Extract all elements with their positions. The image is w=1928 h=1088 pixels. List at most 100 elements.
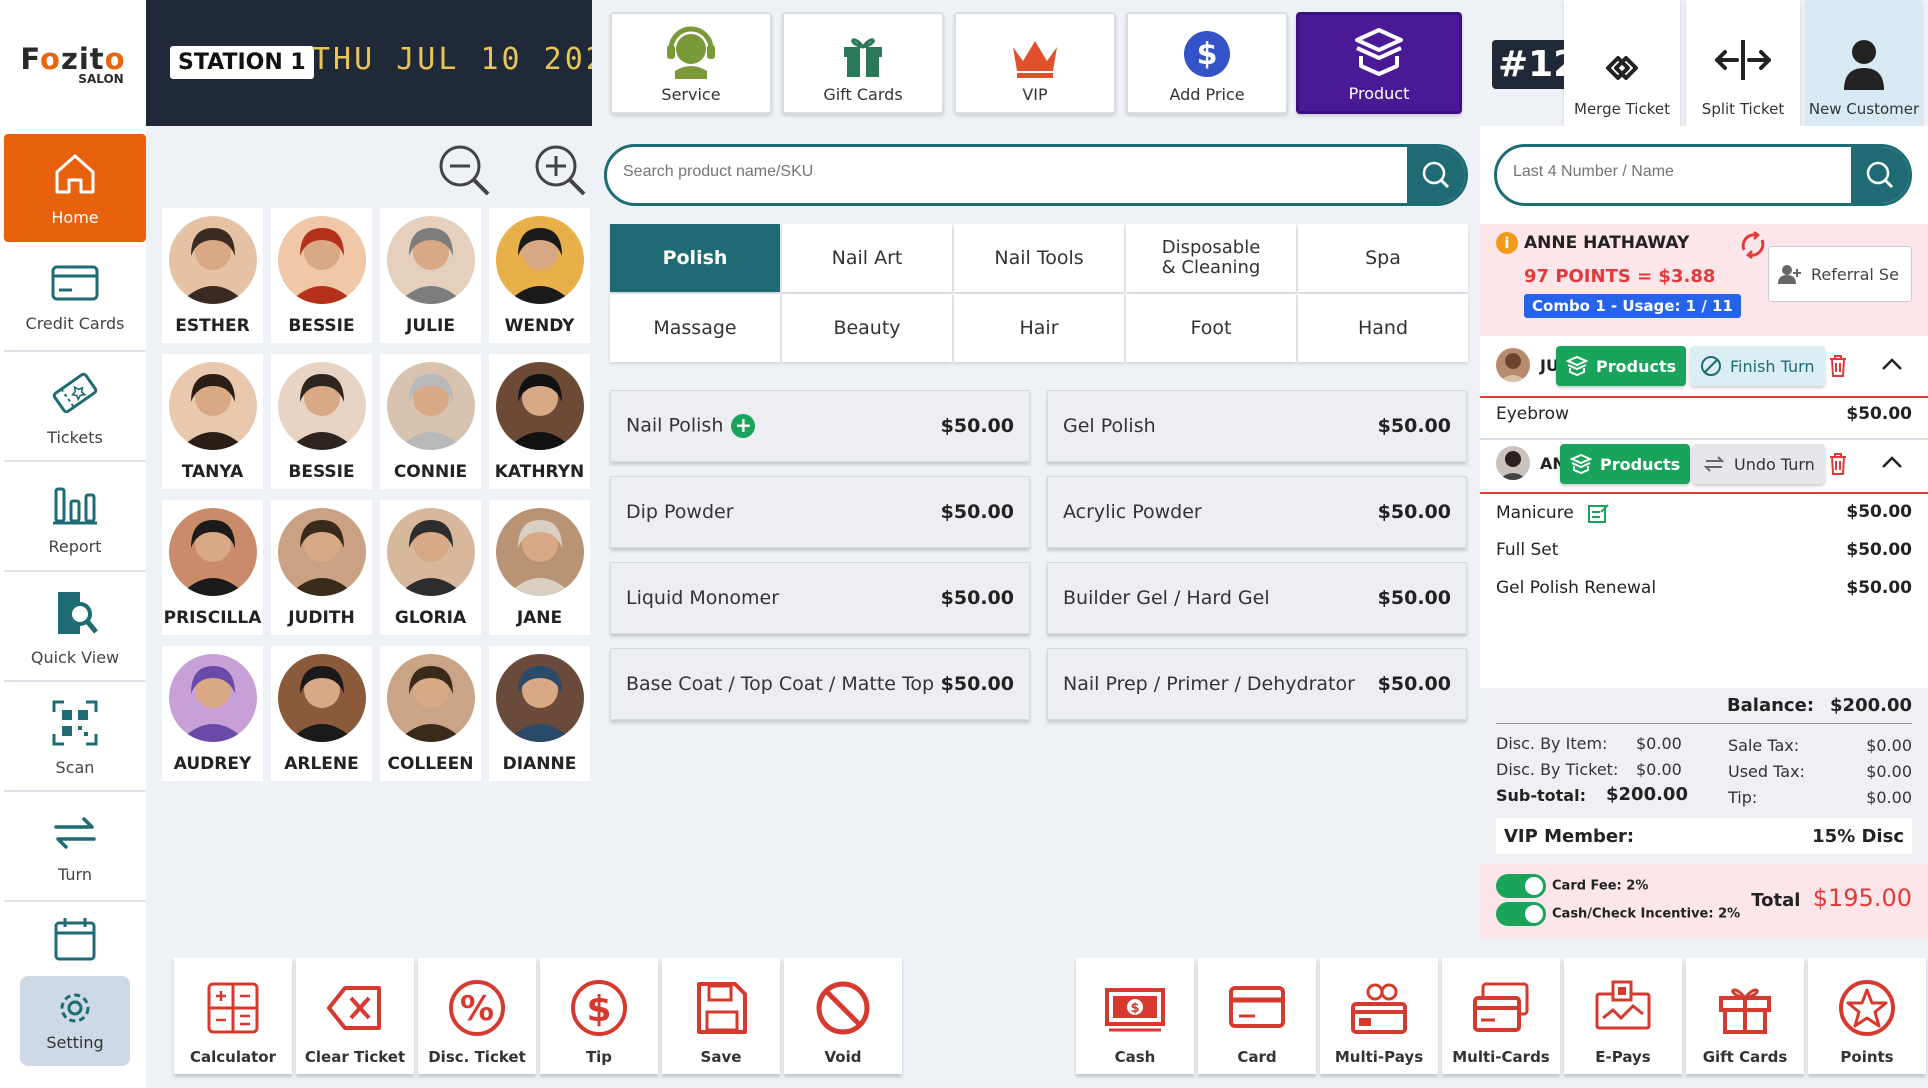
add-icon[interactable]: + <box>731 414 756 438</box>
merge-ticket-button[interactable]: Merge Ticket <box>1564 0 1680 126</box>
card-button[interactable]: Card <box>1198 958 1316 1074</box>
line-item[interactable]: Manicure $50.00 <box>1496 502 1912 524</box>
technician-card[interactable]: BESSIE <box>271 354 372 489</box>
clear-ticket-button[interactable]: Clear Ticket <box>296 958 414 1074</box>
sidebar-item-turn[interactable]: Turn <box>4 794 146 902</box>
sidebar-item-scan[interactable]: Scan <box>4 684 146 792</box>
toggle-switch[interactable] <box>1496 874 1546 898</box>
technician-card[interactable]: AUDREY <box>162 646 263 781</box>
points-button[interactable]: Points <box>1808 958 1926 1074</box>
technician-avatar <box>168 508 257 596</box>
tab-nail-tools[interactable]: Nail Tools <box>954 224 1124 292</box>
e-pays-button[interactable]: E-Pays <box>1564 958 1682 1074</box>
tab-hair[interactable]: Hair <box>954 294 1124 362</box>
sidebar-item-tickets[interactable]: Tickets <box>4 354 146 462</box>
finish-turn-button[interactable]: Finish Turn <box>1690 346 1825 386</box>
technician-card[interactable]: WENDY <box>489 208 590 343</box>
toggle-switch[interactable] <box>1496 902 1546 926</box>
cash-button[interactable]: $ Cash <box>1076 958 1194 1074</box>
disc-ticket-button[interactable]: % Disc. Ticket <box>418 958 536 1074</box>
tab-foot[interactable]: Foot <box>1126 294 1296 362</box>
technician-card[interactable]: BESSIE <box>271 208 372 343</box>
technician-avatar <box>168 216 257 304</box>
note-icon[interactable] <box>1587 502 1611 524</box>
chevron-up-icon[interactable] <box>1880 454 1904 470</box>
cash-incentive-toggle[interactable]: Cash/Check Incentive: 2% <box>1496 902 1740 926</box>
card-fee-toggle[interactable]: Card Fee: 2% <box>1496 874 1648 898</box>
tab-hand[interactable]: Hand <box>1298 294 1468 362</box>
tab-disposable-cleaning[interactable]: Disposable & Cleaning <box>1126 224 1296 292</box>
sidebar-item-quick-view[interactable]: Quick View <box>4 574 146 682</box>
product-search[interactable] <box>604 144 1468 206</box>
split-ticket-button[interactable]: Split Ticket <box>1686 0 1800 126</box>
technician-card[interactable]: JULIE <box>380 208 481 343</box>
line-item[interactable]: Full Set $50.00 <box>1496 540 1912 560</box>
void-button[interactable]: Void <box>784 958 902 1074</box>
products-button[interactable]: Products <box>1556 346 1687 386</box>
tip-button[interactable]: $ Tip <box>540 958 658 1074</box>
customer-search[interactable] <box>1494 144 1912 206</box>
service-button[interactable]: Service <box>610 12 772 114</box>
product-item[interactable]: Dip Powder $50.00 <box>610 476 1030 548</box>
technician-card[interactable]: KATHRYN <box>489 354 590 489</box>
technician-card[interactable]: GLORIA <box>380 500 481 635</box>
product-item[interactable]: Nail Prep / Primer / Dehydrator $50.00 <box>1047 648 1467 720</box>
sidebar-item-credit-cards[interactable]: Credit Cards <box>4 244 146 352</box>
products-button[interactable]: Products <box>1560 444 1691 484</box>
new-customer-button[interactable]: New Customer <box>1806 0 1922 126</box>
technician-card[interactable]: PRISCILLA <box>162 500 263 635</box>
customer-search-button[interactable] <box>1851 147 1909 203</box>
line-item[interactable]: Eyebrow $50.00 <box>1496 404 1912 424</box>
product-item[interactable]: Base Coat / Top Coat / Matte Top $50.00 <box>610 648 1030 720</box>
technician-card[interactable]: ESTHER <box>162 208 263 343</box>
line-item[interactable]: Gel Polish Renewal $50.00 <box>1496 578 1912 598</box>
multi-cards-button[interactable]: Multi-Cards <box>1442 958 1560 1074</box>
technician-name: DIANNE <box>502 754 577 774</box>
multi-pays-button[interactable]: Multi-Pays <box>1320 958 1438 1074</box>
product-item[interactable]: Nail Polish + $50.00 <box>610 390 1030 462</box>
product-button[interactable]: Product <box>1296 12 1462 114</box>
tab-polish[interactable]: Polish <box>610 224 780 292</box>
technician-card[interactable]: COLLEEN <box>380 646 481 781</box>
tab-spa[interactable]: Spa <box>1298 224 1468 292</box>
product-item[interactable]: Builder Gel / Hard Gel $50.00 <box>1047 562 1467 634</box>
undo-turn-button[interactable]: Undo Turn <box>1692 444 1825 484</box>
zoom-out-icon[interactable] <box>436 142 492 198</box>
product-item[interactable]: Liquid Monomer $50.00 <box>610 562 1030 634</box>
product-price: $50.00 <box>940 415 1014 437</box>
calculator-button[interactable]: Calculator <box>174 958 292 1074</box>
trash-icon[interactable] <box>1828 354 1848 378</box>
tab-beauty[interactable]: Beauty <box>782 294 952 362</box>
technician-card[interactable]: CONNIE <box>380 354 481 489</box>
gift-cards-button[interactable]: Gift Cards <box>1686 958 1804 1074</box>
technician-card[interactable]: JANE <box>489 500 590 635</box>
vip-button[interactable]: VIP <box>954 12 1116 114</box>
gift-cards-button[interactable]: Gift Cards <box>782 12 944 114</box>
search-button[interactable] <box>1407 147 1465 203</box>
trash-icon[interactable] <box>1828 452 1848 476</box>
product-item[interactable]: Gel Polish $50.00 <box>1047 390 1467 462</box>
add-price-button[interactable]: $ Add Price <box>1126 12 1288 114</box>
product-item[interactable]: Acrylic Powder $50.00 <box>1047 476 1467 548</box>
sidebar-item-home[interactable]: Home <box>4 134 146 242</box>
referral-button[interactable]: Referral Se <box>1768 246 1912 302</box>
refresh-icon[interactable] <box>1736 230 1770 260</box>
product-price: $50.00 <box>940 501 1014 523</box>
button-label: Gift Cards <box>1702 1048 1788 1066</box>
tab-massage[interactable]: Massage <box>610 294 780 362</box>
chevron-up-icon[interactable] <box>1880 356 1904 372</box>
product-price: $50.00 <box>940 587 1014 609</box>
technician-card[interactable]: JUDITH <box>271 500 372 635</box>
sidebar-item-report[interactable]: Report <box>4 464 146 572</box>
save-button[interactable]: Save <box>662 958 780 1074</box>
sidebar-item-calendar[interactable] <box>4 904 146 974</box>
product-search-input[interactable] <box>623 163 1263 181</box>
gift-icon <box>844 38 882 77</box>
technician-card[interactable]: DIANNE <box>489 646 590 781</box>
sidebar-item-setting[interactable]: Setting <box>20 976 130 1066</box>
technician-card[interactable]: ARLENE <box>271 646 372 781</box>
technician-card[interactable]: TANYA <box>162 354 263 489</box>
customer-search-input[interactable] <box>1513 163 1853 181</box>
tab-nail-art[interactable]: Nail Art <box>782 224 952 292</box>
zoom-in-icon[interactable] <box>532 142 588 198</box>
